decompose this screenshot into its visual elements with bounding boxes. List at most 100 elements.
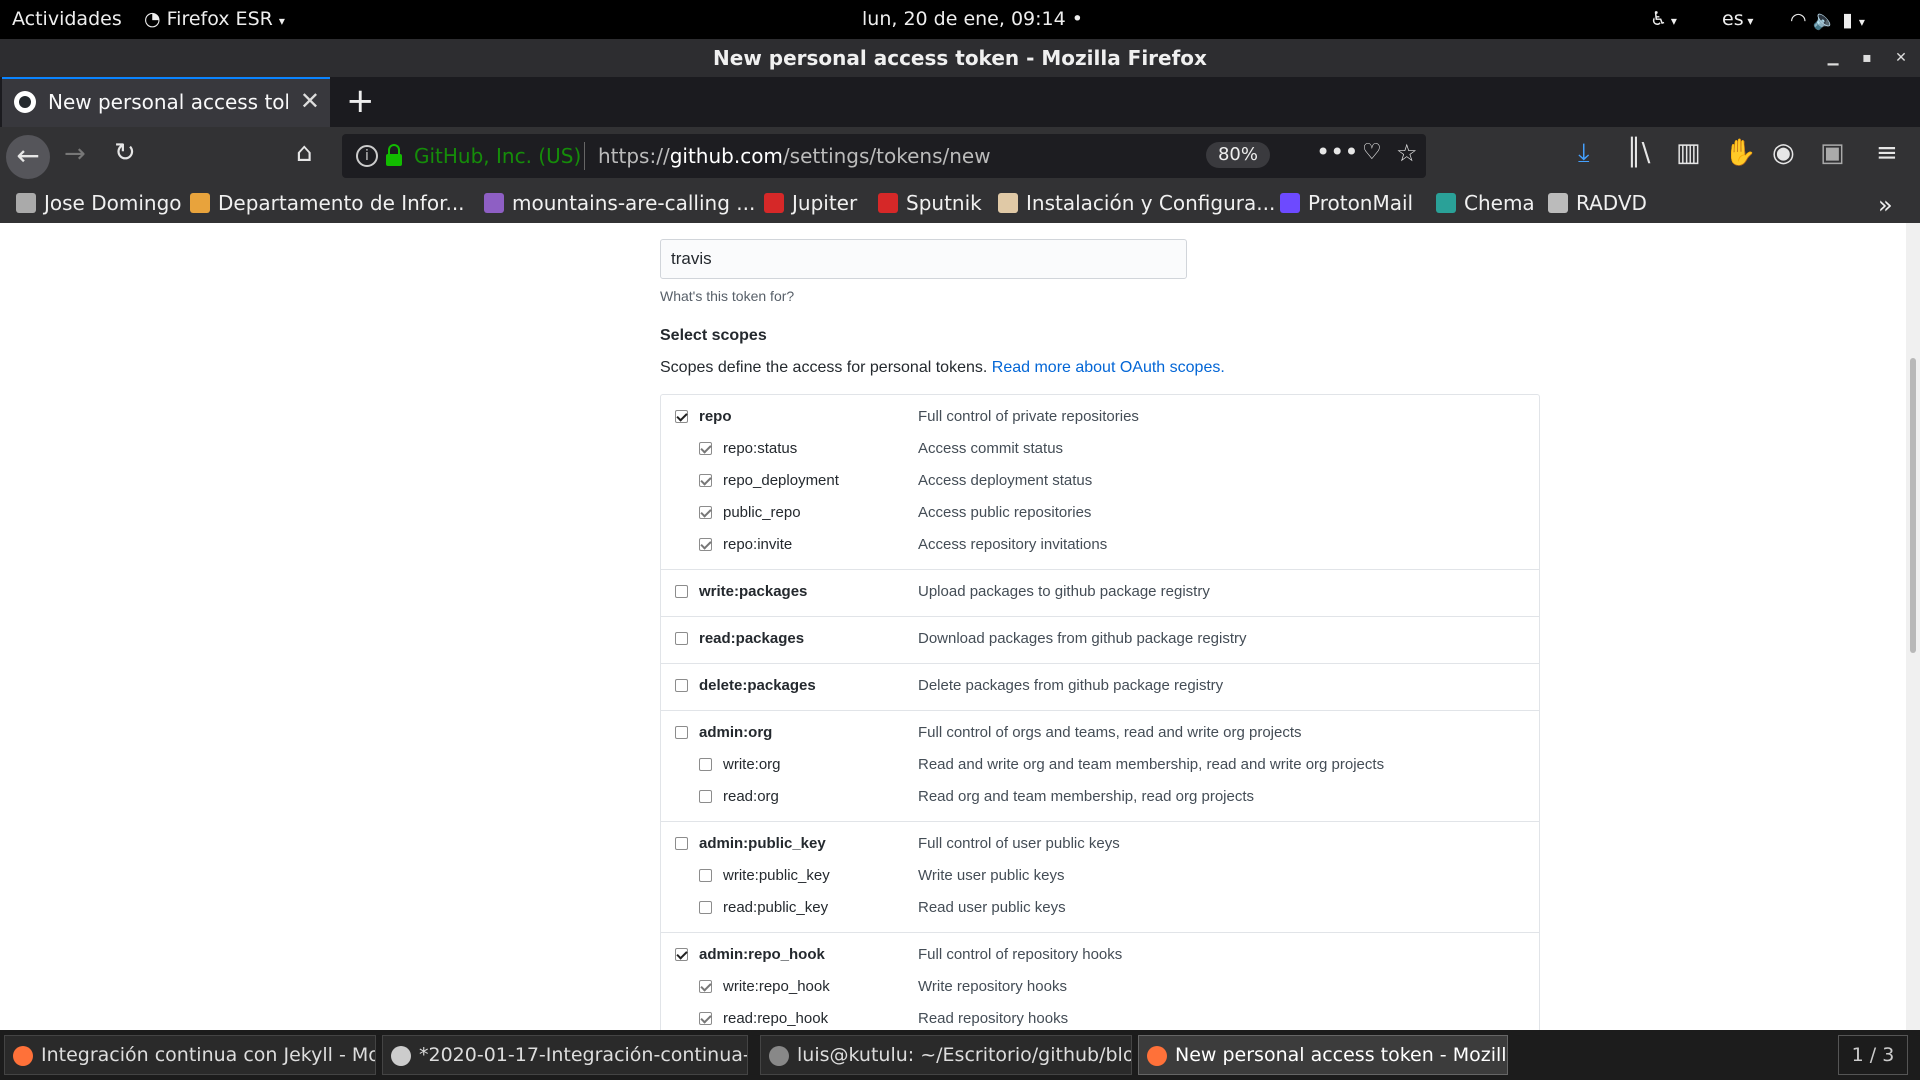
bookmark-star-icon[interactable]: ☆ [1396, 139, 1418, 167]
scope-name[interactable]: repo [699, 408, 732, 425]
system-status-menu[interactable]: ◠ 🔈 ▮ ▾ [1790, 8, 1865, 31]
maximize-button[interactable]: ▪ [1854, 45, 1880, 71]
scope-checkbox[interactable] [675, 632, 688, 645]
scope-name[interactable]: delete:packages [699, 677, 816, 694]
bookmark-item[interactable]: ProtonMail [1280, 191, 1413, 215]
scope-checkbox[interactable] [675, 726, 688, 739]
back-button[interactable]: ← [6, 135, 50, 179]
home-button[interactable]: ⌂ [296, 138, 313, 168]
scope-checkbox[interactable] [675, 410, 688, 423]
menu-icon[interactable]: ≡ [1876, 138, 1898, 168]
bookmark-label: Jupiter [792, 191, 858, 215]
minimize-button[interactable]: ▁ [1820, 45, 1846, 71]
scope-checkbox[interactable] [699, 901, 712, 914]
workspace-indicator[interactable]: 1 / 3 [1838, 1035, 1908, 1075]
extension-icon[interactable]: ▣ [1820, 138, 1845, 168]
scope-name[interactable]: read:public_key [723, 899, 828, 916]
new-tab-button[interactable]: + [346, 81, 375, 121]
scope-checkbox[interactable] [699, 790, 712, 803]
zoom-indicator[interactable]: 80% [1206, 142, 1270, 168]
bookmark-label: Instalación y Configura... [1026, 191, 1276, 215]
firefox-icon: ◔ [144, 8, 161, 30]
scope-description: Full control of repository hooks [918, 946, 1123, 963]
close-tab-icon[interactable]: ✕ [300, 87, 320, 115]
scope-row: delete:packages Delete packages from gith… [661, 672, 1539, 704]
account-icon[interactable]: ◉ [1772, 138, 1795, 168]
bookmark-label: mountains-are-calling ... [512, 191, 756, 215]
scope-name[interactable]: repo:status [723, 440, 797, 457]
note-input[interactable]: travis [660, 239, 1187, 279]
scope-name[interactable]: write:packages [699, 583, 807, 600]
scope-checkbox[interactable] [699, 1012, 712, 1025]
taskbar-window-button[interactable]: *2020-01-17-Integración-continua-... [382, 1035, 748, 1075]
forward-button[interactable]: → [64, 139, 86, 169]
scopes-description-text: Scopes define the access for personal to… [660, 359, 988, 376]
scope-checkbox[interactable] [699, 474, 712, 487]
reload-button[interactable]: ↻ [114, 138, 136, 168]
bookmark-label: RADVD [1576, 191, 1647, 215]
scope-checkbox[interactable] [675, 948, 688, 961]
tab-new-personal-access-token[interactable]: New personal access token ✕ [2, 77, 330, 127]
scrollbar-thumb[interactable] [1910, 358, 1916, 653]
language-menu[interactable]: es ▾ [1722, 8, 1753, 30]
scope-checkbox[interactable] [699, 758, 712, 771]
scope-name[interactable]: write:repo_hook [723, 978, 830, 995]
taskbar-window-button[interactable]: Integración continua con Jekyll - Mo... [4, 1035, 376, 1075]
accessibility-menu[interactable]: ♿ ▾ [1650, 8, 1677, 30]
bookmark-item[interactable]: Instalación y Configura... [998, 191, 1275, 215]
scope-name[interactable]: admin:repo_hook [699, 946, 825, 963]
scope-name[interactable]: public_repo [723, 504, 801, 521]
site-identity[interactable]: GitHub, Inc. (US) [414, 144, 581, 168]
pocket-icon[interactable]: ♡ [1362, 140, 1382, 165]
app-menu[interactable]: ◔ Firefox ESR ▾ [144, 8, 285, 30]
info-icon[interactable]: i [356, 145, 378, 167]
taskbar-window-button[interactable]: luis@kutulu: ~/Escritorio/github/blog [760, 1035, 1132, 1075]
scope-name[interactable]: repo_deployment [723, 472, 839, 489]
scope-checkbox[interactable] [699, 442, 712, 455]
scope-name[interactable]: repo:invite [723, 536, 792, 553]
bookmark-favicon-icon [1436, 193, 1456, 213]
bookmark-item[interactable]: RADVD [1548, 191, 1647, 215]
close-window-button[interactable]: ✕ [1888, 45, 1914, 71]
scope-name[interactable]: write:org [723, 756, 781, 773]
more-bookmarks-chevron-icon[interactable]: » [1878, 191, 1893, 219]
scope-row: read:org Read org and team membership, re… [661, 783, 1539, 815]
page-actions-icon[interactable]: ••• [1316, 138, 1358, 166]
scope-description: Full control of private repositories [918, 408, 1139, 425]
scope-row: write:org Read and write org and team mem… [661, 751, 1539, 783]
scope-name[interactable]: admin:public_key [699, 835, 826, 852]
taskbar-window-button[interactable]: New personal access token - Mozilla ... [1138, 1035, 1508, 1075]
scope-checkbox[interactable] [699, 538, 712, 551]
scope-name[interactable]: write:public_key [723, 867, 830, 884]
scope-checkbox[interactable] [675, 837, 688, 850]
scope-checkbox[interactable] [699, 869, 712, 882]
bookmark-item[interactable]: Departamento de Infor... [190, 191, 465, 215]
scope-name[interactable]: admin:org [699, 724, 772, 741]
scope-name[interactable]: read:packages [699, 630, 804, 647]
bookmark-item[interactable]: Jose Domingo [16, 191, 182, 215]
bookmark-item[interactable]: Jupiter [764, 191, 857, 215]
url-bar[interactable]: i GitHub, Inc. (US) https://github.com/s… [342, 134, 1426, 178]
scope-checkbox[interactable] [699, 980, 712, 993]
scope-checkbox[interactable] [699, 506, 712, 519]
scope-name[interactable]: read:repo_hook [723, 1010, 828, 1027]
scope-checkbox[interactable] [675, 585, 688, 598]
bookmark-item[interactable]: Sputnik [878, 191, 982, 215]
adblock-icon[interactable]: ✋ [1724, 138, 1756, 168]
scope-description: Read and write org and team membership, … [918, 756, 1385, 773]
scope-description: Access public repositories [918, 504, 1092, 521]
clock[interactable]: lun, 20 de ene, 09:14 • [862, 8, 1083, 30]
clock-label: lun, 20 de ene, 09:14 [862, 8, 1066, 30]
activities-button[interactable]: Actividades [12, 8, 122, 30]
bookmark-item[interactable]: mountains-are-calling ... [484, 191, 755, 215]
library-icon[interactable]: ║\ [1626, 138, 1650, 168]
scope-checkbox[interactable] [675, 679, 688, 692]
scope-description: Access commit status [918, 440, 1064, 457]
sidebar-icon[interactable]: ▥ [1676, 138, 1701, 168]
scope-description: Read org and team membership, read org p… [918, 788, 1255, 805]
bookmark-item[interactable]: Chema [1436, 191, 1535, 215]
downloads-icon[interactable]: ⤓ [1578, 138, 1590, 169]
scope-name[interactable]: read:org [723, 788, 779, 805]
url-text[interactable]: https://github.com/settings/tokens/new [598, 144, 991, 168]
oauth-scopes-link[interactable]: Read more about OAuth scopes. [992, 359, 1225, 376]
